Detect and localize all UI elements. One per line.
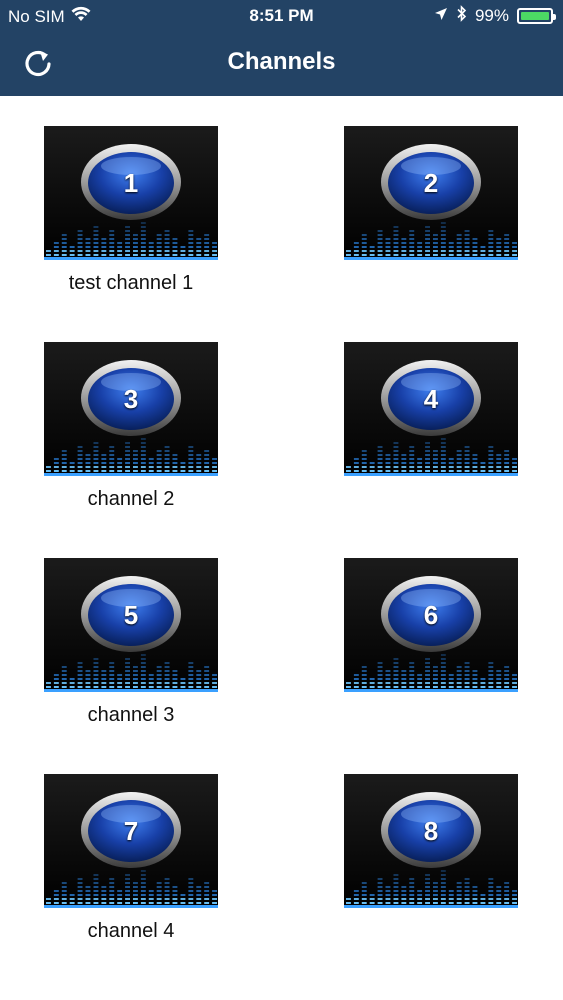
battery-icon	[517, 8, 556, 24]
channel-tile-2[interactable]: 2	[344, 126, 518, 260]
nav-bar: Channels	[0, 34, 563, 96]
bluetooth-icon	[456, 5, 467, 27]
channel-tile-4[interactable]: 4	[344, 342, 518, 476]
channel-thumbnail[interactable]: 8	[344, 774, 518, 908]
channel-number: 2	[423, 168, 439, 198]
channel-tile-7[interactable]: 7 channel 4	[44, 774, 218, 942]
channel-label: channel 4	[87, 920, 175, 942]
channel-label: channel 2	[87, 488, 175, 510]
channel-tile-5[interactable]: 5 channel 3	[44, 558, 218, 726]
channel-number: 5	[123, 600, 139, 630]
channel-tile-1[interactable]: 1 test channel 1	[44, 126, 218, 294]
channel-thumbnail[interactable]: 4	[344, 342, 518, 476]
battery-tip	[553, 14, 556, 20]
app-header: No SIM 8:51 PM 99% Channels	[0, 0, 563, 96]
channel-tile-3[interactable]: 3 channel 2	[44, 342, 218, 510]
channel-thumbnail[interactable]: 1	[44, 126, 218, 260]
channel-tile-8[interactable]: 8	[344, 774, 518, 908]
status-right: 99%	[434, 5, 556, 27]
channel-number: 8	[423, 816, 439, 846]
status-bar: No SIM 8:51 PM 99%	[0, 0, 563, 34]
location-arrow-icon	[434, 6, 448, 26]
page-title: Channels	[227, 48, 336, 75]
channel-thumbnail[interactable]: 2	[344, 126, 518, 260]
channel-number: 6	[423, 600, 439, 630]
channel-tile-6[interactable]: 6	[344, 558, 518, 692]
channel-number: 1	[123, 168, 139, 198]
channel-number: 7	[123, 816, 139, 846]
channel-label: test channel 1	[68, 272, 194, 294]
channel-thumbnail[interactable]: 3	[44, 342, 218, 476]
channel-number: 4	[423, 384, 439, 414]
battery-percent: 99%	[474, 6, 509, 25]
channel-label: channel 3	[87, 704, 175, 726]
battery-fill	[521, 12, 549, 20]
channel-thumbnail[interactable]: 7	[44, 774, 218, 908]
channel-thumbnail[interactable]: 5	[44, 558, 218, 692]
channel-thumbnail[interactable]: 6	[344, 558, 518, 692]
channel-number: 3	[123, 384, 139, 414]
channel-grid: 1 test channel 1 2 3 channel 2 4 5 chann…	[0, 96, 563, 1000]
